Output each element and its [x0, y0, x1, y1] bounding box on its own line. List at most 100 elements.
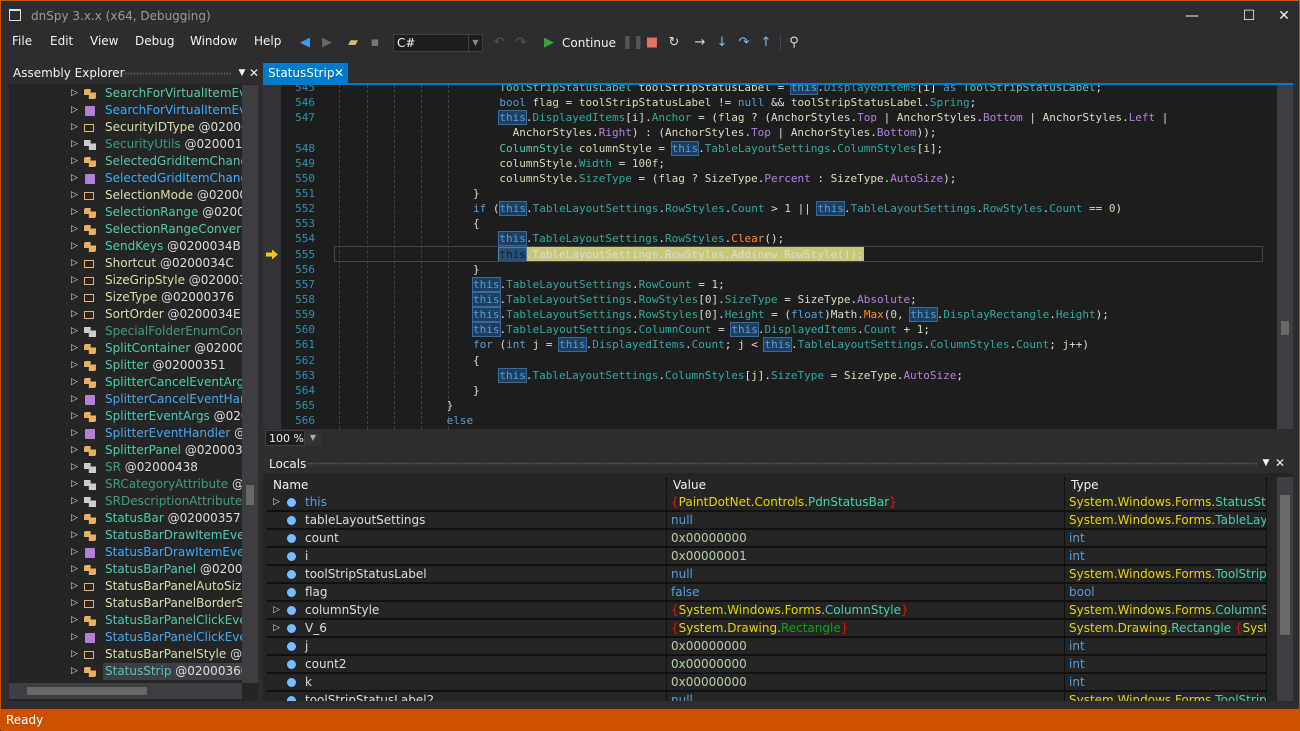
- expand-arrow-icon[interactable]: ▷: [71, 136, 78, 153]
- show-next-statement-icon[interactable]: →: [692, 35, 708, 51]
- expand-arrow-icon[interactable]: ▷: [71, 153, 78, 170]
- expand-arrow-icon[interactable]: ▷: [71, 187, 78, 204]
- scroll-thumb[interactable]: [1280, 495, 1290, 635]
- value-cell[interactable]: {PaintDotNet.Controls.PdnStatusBar}: [667, 494, 1065, 510]
- tree-horizontal-scrollbar[interactable]: [9, 683, 242, 699]
- menu-edit[interactable]: Edit: [50, 34, 73, 48]
- tree-item[interactable]: ▷ StatusBarPanelClickEventA: [9, 612, 242, 629]
- tree-item[interactable]: ▷ SR @02000438: [9, 459, 242, 476]
- expand-arrow-icon[interactable]: ▷: [71, 102, 78, 119]
- play-icon[interactable]: ▶: [541, 35, 557, 51]
- tree-item[interactable]: ▷ StatusBarPanelAutoSize @: [9, 578, 242, 595]
- value-cell[interactable]: {System.Windows.Forms.ColumnStyle}: [667, 602, 1065, 618]
- value-cell[interactable]: false: [667, 584, 1065, 600]
- locals-row[interactable]: k 0x00000000 int: [267, 674, 1267, 692]
- expand-arrow-icon[interactable]: ▷: [71, 612, 78, 629]
- minimize-button[interactable]: —: [1177, 5, 1207, 27]
- value-cell[interactable]: 0x00000000: [667, 674, 1065, 690]
- tree-item[interactable]: ▷ SplitterEventHandler @02: [9, 425, 242, 442]
- locals-row[interactable]: toolStripStatusLabel null System.Windows.F…: [267, 566, 1267, 584]
- expand-arrow-icon[interactable]: ▷: [273, 602, 280, 618]
- panel-close-icon[interactable]: ✕: [247, 63, 261, 84]
- expand-arrow-icon[interactable]: ▷: [71, 561, 78, 578]
- expand-arrow-icon[interactable]: ▷: [71, 238, 78, 255]
- expand-arrow-icon[interactable]: ▷: [71, 374, 78, 391]
- redo-icon[interactable]: ↷: [513, 35, 529, 51]
- tree-item[interactable]: ▷ SizeGripStyle @0200034D: [9, 272, 242, 289]
- expand-arrow-icon[interactable]: ▷: [71, 425, 78, 442]
- panel-close-icon[interactable]: ✕: [1273, 453, 1287, 474]
- expand-arrow-icon[interactable]: ▷: [71, 527, 78, 544]
- expand-arrow-icon[interactable]: ▷: [71, 289, 78, 306]
- tree-item[interactable]: ▷ SearchForVirtualItemEven: [9, 85, 242, 102]
- tree-item[interactable]: ▷ StatusBarPanelClickEventH: [9, 629, 242, 646]
- locals-row[interactable]: count 0x00000000 int: [267, 530, 1267, 548]
- tree-item[interactable]: ▷ SelectionRange @0200034: [9, 204, 242, 221]
- locals-row[interactable]: ▷ columnStyle {System.Windows.Forms.Column…: [267, 602, 1267, 620]
- step-over-icon[interactable]: ↷: [736, 35, 752, 51]
- locals-row[interactable]: count2 0x00000000 int: [267, 656, 1267, 674]
- menu-view[interactable]: View: [90, 34, 118, 48]
- tree-item[interactable]: ▷ SplitterCancelEventArgs @: [9, 374, 242, 391]
- tree-item[interactable]: ▷ SecurityIDType @02000345: [9, 119, 242, 136]
- restart-icon[interactable]: ↻: [666, 35, 682, 51]
- value-cell[interactable]: 0x00000001: [667, 548, 1065, 564]
- expand-arrow-icon[interactable]: ▷: [71, 493, 78, 510]
- expand-arrow-icon[interactable]: ▷: [71, 340, 78, 357]
- back-icon[interactable]: ◀: [297, 35, 313, 51]
- panel-menu-icon[interactable]: ▼: [1259, 453, 1273, 474]
- zoom-level[interactable]: 100 %: [265, 430, 305, 446]
- value-cell[interactable]: {System.Drawing.Rectangle}: [667, 620, 1065, 636]
- expand-arrow-icon[interactable]: ▷: [71, 357, 78, 374]
- tree-item[interactable]: ▷ SelectionMode @0200034: [9, 187, 242, 204]
- tree-item[interactable]: ▷ SplitterCancelEventHandl: [9, 391, 242, 408]
- expand-arrow-icon[interactable]: ▷: [71, 119, 78, 136]
- expand-arrow-icon[interactable]: ▷: [71, 306, 78, 323]
- locals-row[interactable]: ▷ V_6 {System.Drawing.Rectangle} System.Dra…: [267, 620, 1267, 638]
- value-cell[interactable]: 0x00000000: [667, 656, 1065, 672]
- tree-item[interactable]: ▷ SRDescriptionAttribute @: [9, 493, 242, 510]
- locals-row[interactable]: j 0x00000000 int: [267, 638, 1267, 656]
- expand-arrow-icon[interactable]: ▷: [273, 620, 280, 636]
- zoom-dropdown-icon[interactable]: ▼: [305, 430, 321, 446]
- tab-close-icon[interactable]: ✕: [334, 63, 344, 83]
- save-all-icon[interactable]: ▪: [367, 35, 383, 51]
- tree-item[interactable]: ▷ SizeType @02000376: [9, 289, 242, 306]
- tree-item[interactable]: ▷ StatusBarPanelStyle @020: [9, 646, 242, 663]
- tree-item[interactable]: ▷ StatusBarDrawItemEventH: [9, 544, 242, 561]
- search-icon[interactable]: ⚲: [786, 35, 802, 51]
- expand-arrow-icon[interactable]: ▷: [71, 323, 78, 340]
- tree-item[interactable]: ▷ StatusBarPanelBorderStyle: [9, 595, 242, 612]
- expand-arrow-icon[interactable]: ▷: [71, 272, 78, 289]
- expand-arrow-icon[interactable]: ▷: [71, 476, 78, 493]
- value-cell[interactable]: null: [667, 512, 1065, 528]
- tree-item[interactable]: ▷ SelectionRangeConverter: [9, 221, 242, 238]
- tree-item[interactable]: ▷ Shortcut @0200034C: [9, 255, 242, 272]
- tree-vertical-scrollbar[interactable]: [242, 85, 258, 683]
- tree-item[interactable]: ▷ Splitter @02000351: [9, 357, 242, 374]
- tree-item[interactable]: ▷ SplitContainer @02000350: [9, 340, 242, 357]
- expand-arrow-icon[interactable]: ▷: [71, 442, 78, 459]
- expand-arrow-icon[interactable]: ▷: [71, 204, 78, 221]
- tree-item[interactable]: ▷ SecurityUtils @02000101: [9, 136, 242, 153]
- column-header-value[interactable]: Value: [667, 477, 1065, 493]
- expand-arrow-icon[interactable]: ▷: [71, 578, 78, 595]
- scroll-thumb[interactable]: [246, 485, 254, 505]
- expand-arrow-icon[interactable]: ▷: [71, 408, 78, 425]
- menu-debug[interactable]: Debug: [135, 34, 174, 48]
- step-out-icon[interactable]: ↑: [758, 35, 774, 51]
- expand-arrow-icon[interactable]: ▷: [71, 170, 78, 187]
- column-header-name[interactable]: Name: [267, 477, 667, 493]
- locals-row[interactable]: ▷ this {PaintDotNet.Controls.PdnStatusBar}…: [267, 494, 1267, 512]
- expand-arrow-icon[interactable]: ▷: [71, 85, 78, 102]
- close-button[interactable]: ✕: [1269, 5, 1299, 27]
- column-header-type[interactable]: Type: [1065, 477, 1267, 493]
- step-into-icon[interactable]: ↓: [714, 35, 730, 51]
- scroll-thumb[interactable]: [27, 687, 147, 695]
- expand-arrow-icon[interactable]: ▷: [273, 494, 280, 510]
- undo-icon[interactable]: ↶: [491, 35, 507, 51]
- value-cell[interactable]: 0x00000000: [667, 530, 1065, 546]
- drag-grip[interactable]: [307, 462, 1257, 466]
- expand-arrow-icon[interactable]: ▷: [71, 510, 78, 527]
- tree-item[interactable]: ▷ SortOrder @0200034E: [9, 306, 242, 323]
